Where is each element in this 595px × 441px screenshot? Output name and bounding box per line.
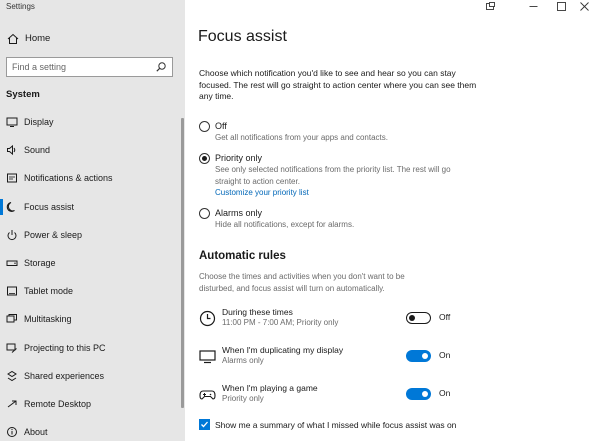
sidebar-item-tablet-mode[interactable]: Tablet mode	[0, 277, 185, 305]
sidebar-item-label: About	[24, 427, 48, 438]
search-icon[interactable]	[155, 61, 167, 73]
sidebar-item-label: Display	[24, 117, 54, 128]
close-icon[interactable]	[577, 0, 591, 12]
radio-off[interactable]	[199, 121, 210, 132]
option-label: Off	[215, 121, 227, 131]
shared-icon	[6, 370, 18, 382]
sidebar-scrollbar[interactable]	[181, 118, 184, 408]
remote-desktop-icon	[6, 398, 18, 410]
summary-checkbox-label: Show me a summary of what I missed while…	[215, 419, 457, 430]
home-icon	[6, 32, 19, 45]
sidebar-item-label: Power & sleep	[24, 229, 83, 240]
sidebar-item-sound[interactable]: Sound	[0, 136, 185, 164]
option-priority-only[interactable]: Priority only See only selected notifica…	[199, 152, 470, 199]
summary-checkbox[interactable]	[199, 419, 210, 430]
home-nav-item[interactable]: Home	[6, 32, 50, 45]
sidebar-item-multitasking[interactable]: Multitasking	[0, 305, 185, 333]
option-desc: See only selected notifications from the…	[215, 165, 451, 186]
sidebar-item-label: Focus assist	[24, 201, 75, 212]
tablet-icon	[6, 285, 18, 297]
sidebar-item-focus-assist[interactable]: Focus assist	[0, 193, 185, 221]
display-icon	[6, 116, 18, 128]
rule-subtitle: Alarms only	[222, 356, 264, 365]
monitor-icon	[199, 348, 216, 365]
sidebar-item-power-sleep[interactable]: Power & sleep	[0, 221, 185, 249]
automatic-rules-heading: Automatic rules	[199, 250, 286, 262]
toggle-state-label: On	[439, 350, 451, 360]
intro-text: Choose which notification you'd like to …	[199, 68, 477, 101]
window-title: Settings	[6, 2, 35, 11]
notifications-icon	[6, 172, 18, 184]
toggle-state-label: Off	[439, 312, 451, 322]
toggle-state-label: On	[439, 388, 451, 398]
radio-alarms-only[interactable]	[199, 208, 210, 219]
sidebar: Settings Home Find a setting System Disp…	[0, 0, 185, 441]
storage-icon	[6, 257, 18, 269]
automatic-rules-desc: Choose the times and activities when you…	[199, 272, 405, 293]
sidebar-item-label: Remote Desktop	[24, 398, 92, 409]
toggle-during-times[interactable]	[406, 312, 431, 324]
rule-playing-game[interactable]: When I'm playing a game Priority only On	[199, 383, 459, 409]
sidebar-item-label: Tablet mode	[24, 286, 74, 297]
projecting-icon	[6, 342, 18, 354]
checkmark-icon	[201, 421, 208, 428]
summary-checkbox-row[interactable]: Show me a summary of what I missed while…	[199, 419, 456, 430]
option-alarms-only[interactable]: Alarms only Hide all notifications, exce…	[199, 207, 470, 231]
sound-icon	[6, 144, 18, 156]
rule-duplicating-display[interactable]: When I'm duplicating my display Alarms o…	[199, 345, 459, 371]
radio-priority-only[interactable]	[199, 153, 210, 164]
sidebar-item-label: Sound	[24, 145, 51, 156]
sidebar-item-label: Projecting to this PC	[24, 342, 106, 353]
rule-during-times[interactable]: During these times 11:00 PM - 7:00 AM; P…	[199, 307, 459, 333]
rule-subtitle: Priority only	[222, 394, 264, 403]
option-desc: Hide all notifications, except for alarm…	[215, 220, 355, 229]
rule-title: When I'm playing a game	[222, 383, 318, 393]
moon-icon	[6, 201, 18, 213]
sidebar-item-label: Notifications & actions	[24, 173, 113, 184]
rule-title: During these times	[222, 307, 293, 317]
option-desc: Get all notifications from your apps and…	[215, 133, 388, 142]
customize-priority-link[interactable]: Customize your priority list	[215, 187, 470, 199]
option-label: Alarms only	[215, 208, 263, 218]
sidebar-nav: Display Sound Notifications & actions Fo…	[0, 108, 185, 441]
sidebar-item-display[interactable]: Display	[0, 108, 185, 136]
minimize-icon[interactable]	[526, 0, 540, 12]
sidebar-item-remote-desktop[interactable]: Remote Desktop	[0, 390, 185, 418]
sidebar-item-shared-experiences[interactable]: Shared experiences	[0, 362, 185, 390]
info-icon	[6, 426, 18, 438]
sidebar-item-projecting[interactable]: Projecting to this PC	[0, 334, 185, 362]
rule-title: When I'm duplicating my display	[222, 345, 344, 355]
search-box[interactable]: Find a setting	[6, 57, 173, 77]
sidebar-item-label: Storage	[24, 258, 56, 269]
search-input[interactable]: Find a setting	[12, 62, 66, 72]
rule-subtitle: 11:00 PM - 7:00 AM; Priority only	[222, 318, 339, 327]
section-header-system: System	[6, 89, 40, 100]
multitasking-icon	[6, 313, 18, 325]
power-icon	[6, 229, 18, 241]
sidebar-item-about[interactable]: About	[0, 418, 185, 441]
sidebar-item-label: Shared experiences	[24, 370, 105, 381]
compact-overlay-icon[interactable]	[484, 0, 496, 12]
gamepad-icon	[199, 386, 216, 403]
page-title: Focus assist	[198, 28, 287, 45]
sidebar-item-notifications[interactable]: Notifications & actions	[0, 164, 185, 192]
home-label: Home	[25, 33, 51, 44]
sidebar-item-storage[interactable]: Storage	[0, 249, 185, 277]
maximize-icon[interactable]	[554, 0, 568, 12]
option-off[interactable]: Off Get all notifications from your apps…	[199, 120, 470, 144]
toggle-duplicating-display[interactable]	[406, 350, 431, 362]
sidebar-item-label: Multitasking	[24, 314, 72, 325]
option-label: Priority only	[215, 153, 263, 163]
toggle-playing-game[interactable]	[406, 388, 431, 400]
clock-icon	[199, 310, 216, 327]
